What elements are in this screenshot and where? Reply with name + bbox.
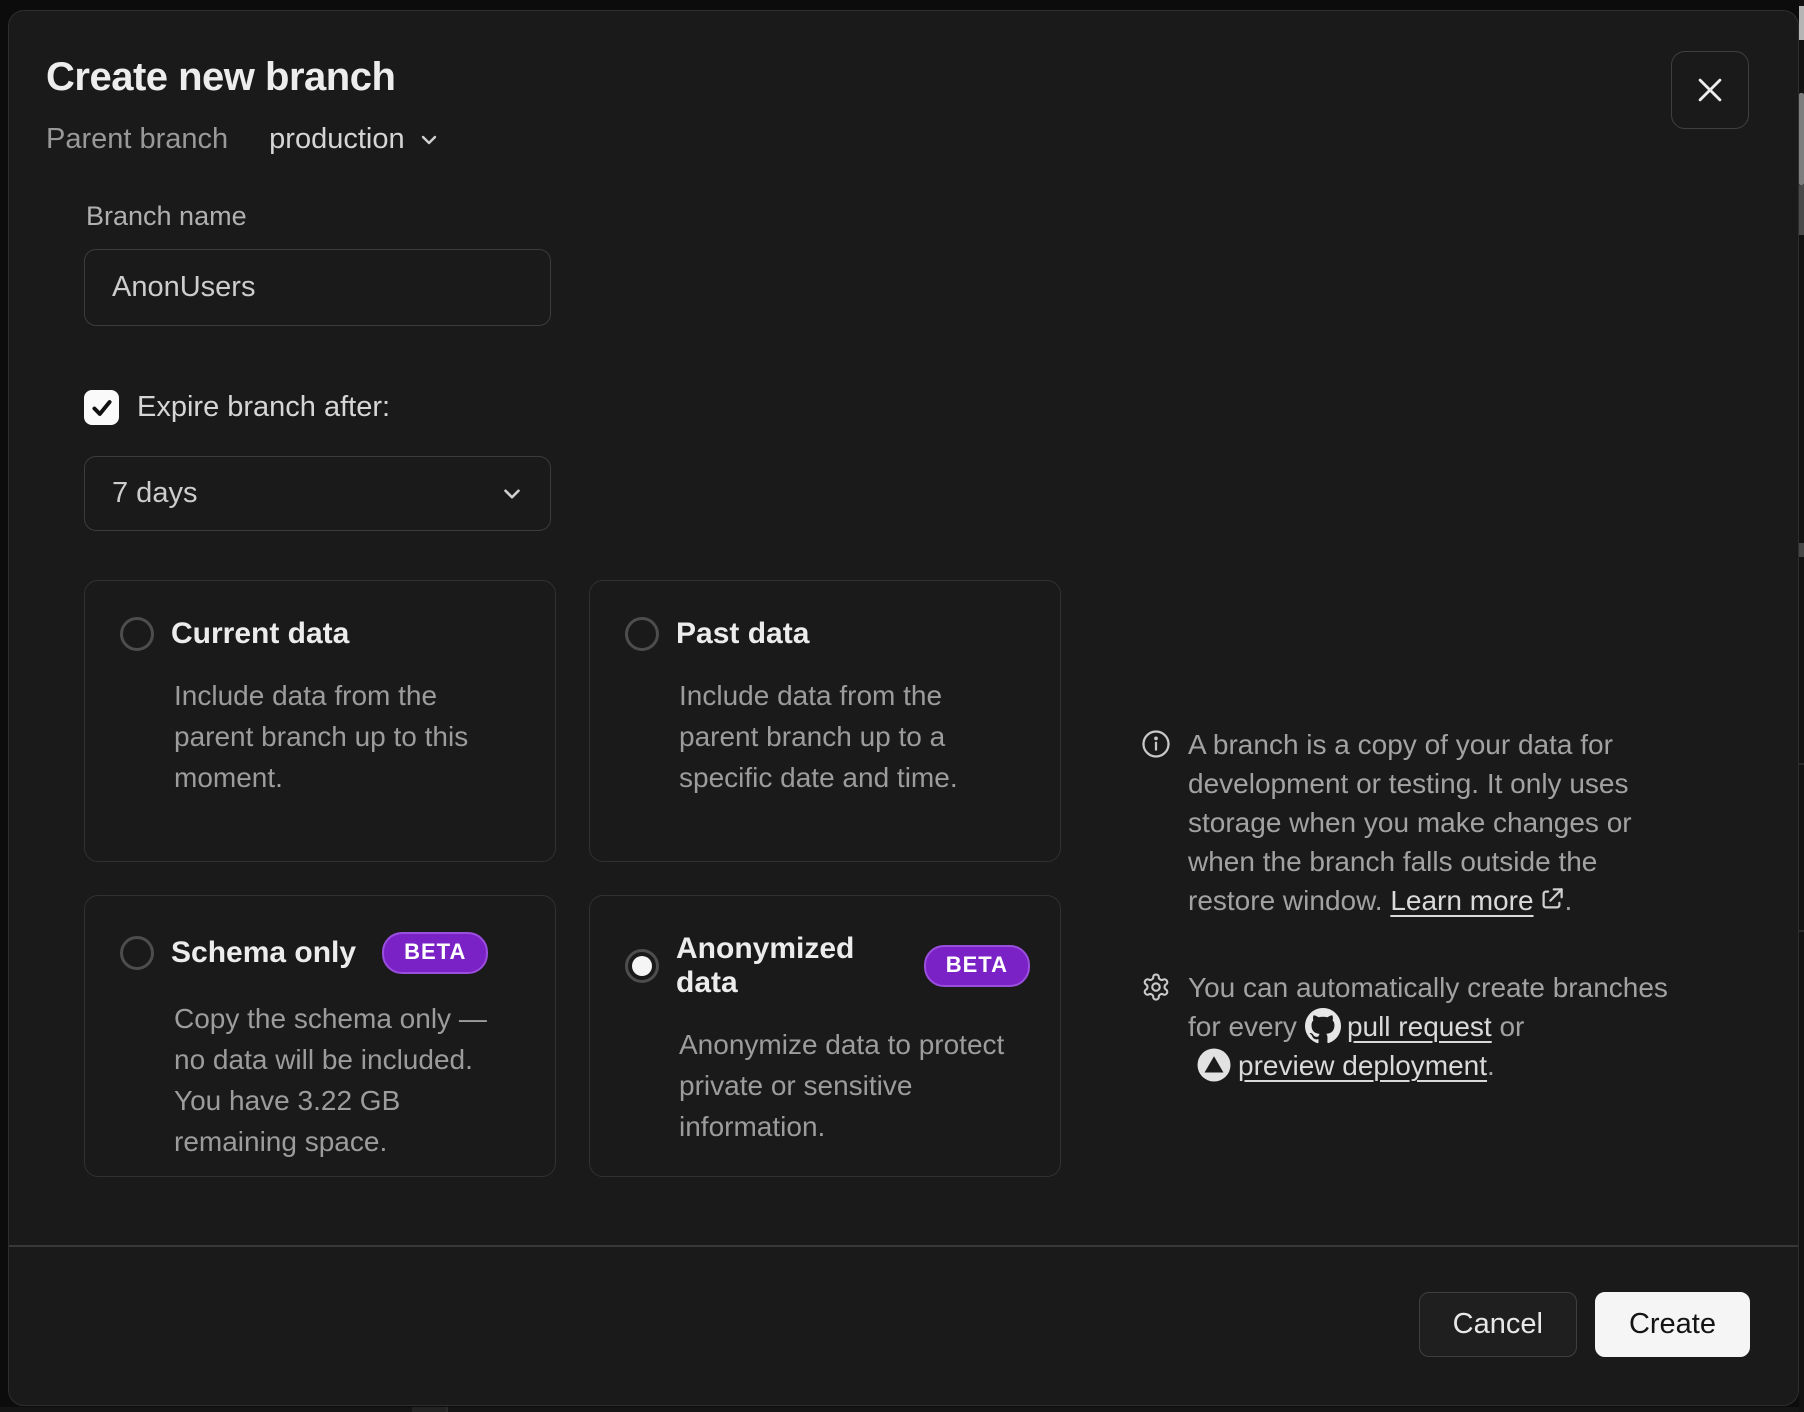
x-icon [1693, 73, 1727, 107]
branch-info-text: A branch is a copy of your data for deve… [1188, 725, 1688, 920]
footer-divider [9, 1245, 1798, 1247]
expire-checkbox-label: Expire branch after: [137, 391, 390, 424]
vercel-triangle-icon [1196, 1047, 1232, 1083]
radio-past-data[interactable] [625, 617, 659, 651]
create-branch-dialog: Create new branch Parent branch producti… [8, 10, 1799, 1406]
create-button[interactable]: Create [1595, 1292, 1750, 1357]
beta-badge: BETA [924, 945, 1030, 987]
chevron-down-icon [499, 481, 525, 507]
preview-deployment-link[interactable]: preview deployment [1238, 1050, 1487, 1081]
parent-branch-selector[interactable]: production [269, 123, 440, 156]
github-icon [1305, 1008, 1341, 1044]
info-panel: A branch is a copy of your data for deve… [1141, 725, 1701, 1085]
info-circle-icon [1141, 729, 1171, 759]
automation-info-suffix: . [1487, 1050, 1495, 1081]
page-behind-fragment [1799, 185, 1804, 235]
option-title: Anonymized data [676, 932, 898, 1000]
radio-anonymized-data[interactable] [625, 949, 659, 983]
page-behind-bottom-edge [0, 1407, 1799, 1412]
option-description: Include data from the parent branch up t… [679, 675, 1031, 798]
gear-icon [1141, 972, 1171, 1002]
page-behind-fragment [1799, 543, 1804, 557]
learn-more-link[interactable]: Learn more [1390, 885, 1533, 916]
branch-info-suffix: . [1565, 885, 1573, 916]
cancel-button[interactable]: Cancel [1419, 1292, 1577, 1357]
expire-checkbox-row[interactable]: Expire branch after: [84, 390, 390, 425]
beta-badge: BETA [382, 932, 488, 974]
option-card-schema-only[interactable]: Schema only BETA Copy the schema only — … [84, 895, 556, 1177]
chevron-down-icon [417, 128, 441, 152]
option-card-anonymized-data[interactable]: Anonymized data BETA Anonymize data to p… [589, 895, 1061, 1177]
branch-info-item: A branch is a copy of your data for deve… [1141, 725, 1701, 920]
option-card-current-data[interactable]: Current data Include data from the paren… [84, 580, 556, 862]
scrollbar-thumb[interactable] [1799, 93, 1804, 185]
branch-name-input[interactable] [84, 249, 551, 326]
data-option-cards: Current data Include data from the paren… [84, 580, 1061, 1177]
automation-info-or: or [1499, 1011, 1524, 1042]
radio-schema-only[interactable] [120, 936, 154, 970]
page-behind-fragment [1799, 763, 1804, 765]
external-link-icon [1538, 886, 1565, 913]
option-description: Copy the schema only — no data will be i… [174, 998, 526, 1162]
pull-request-link[interactable]: pull request [1347, 1011, 1492, 1042]
option-title: Past data [676, 617, 809, 651]
check-icon [89, 395, 115, 421]
option-card-past-data[interactable]: Past data Include data from the parent b… [589, 580, 1061, 862]
option-description: Anonymize data to protect private or sen… [679, 1024, 1031, 1147]
parent-branch-value: production [269, 123, 404, 156]
footer-buttons: Cancel Create [1419, 1292, 1750, 1357]
page-behind-right-edge [1799, 0, 1804, 1412]
close-button[interactable] [1671, 51, 1749, 129]
page-behind-fragment [1799, 6, 1804, 40]
page-behind-fragment [1799, 930, 1804, 932]
radio-current-data[interactable] [120, 617, 154, 651]
automation-info-item: You can automatically create branches fo… [1141, 968, 1701, 1085]
expire-checkbox[interactable] [84, 390, 119, 425]
parent-branch-label: Parent branch [46, 123, 228, 156]
expire-duration-value: 7 days [112, 477, 197, 510]
branch-name-label: Branch name [86, 201, 247, 232]
dialog-title: Create new branch [46, 55, 395, 100]
option-description: Include data from the parent branch up t… [174, 675, 526, 798]
option-title: Schema only [171, 936, 356, 970]
page-behind-fragment [412, 1407, 448, 1412]
automation-info-text: You can automatically create branches fo… [1188, 968, 1688, 1085]
option-title: Current data [171, 617, 349, 651]
expire-duration-select[interactable]: 7 days [84, 456, 551, 531]
parent-branch-row: Parent branch production [46, 123, 441, 156]
